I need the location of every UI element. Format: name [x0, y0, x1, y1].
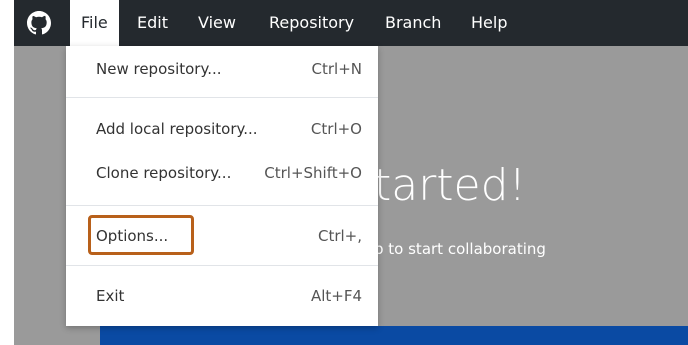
menu-repository[interactable]: Repository: [258, 0, 365, 46]
menu-item-clone-repository[interactable]: Clone repository... Ctrl+Shift+O: [66, 164, 378, 184]
menu-item-add-local-repository[interactable]: Add local repository... Ctrl+O: [66, 120, 378, 140]
menu-view[interactable]: View: [187, 0, 247, 46]
welcome-subtitle: p to start collaborating: [374, 240, 546, 258]
menu-item-shortcut: Ctrl+,: [317, 227, 362, 245]
welcome-title: tarted!: [374, 160, 527, 211]
menu-item-shortcut: Ctrl+Shift+O: [264, 164, 362, 182]
options-highlight-box: [88, 215, 194, 255]
menu-item-shortcut: Ctrl+O: [310, 120, 362, 138]
menu-item-label: Add local repository...: [96, 120, 258, 138]
menu-divider: [66, 97, 378, 98]
menu-branch[interactable]: Branch: [374, 0, 452, 46]
primary-action-strip: [100, 326, 688, 345]
menu-file[interactable]: File: [70, 0, 119, 46]
github-logo-icon: [14, 0, 64, 46]
menu-help[interactable]: Help: [460, 0, 518, 46]
menu-item-label: New repository...: [96, 60, 222, 78]
menu-item-shortcut: Alt+F4: [310, 287, 362, 305]
menu-edit[interactable]: Edit: [126, 0, 179, 46]
menu-item-label: Clone repository...: [96, 164, 232, 182]
menu-divider: [66, 205, 378, 206]
file-menu-dropdown: New repository... Ctrl+N Add local repos…: [66, 46, 378, 326]
menu-item-label: Exit: [96, 287, 125, 305]
menu-divider: [66, 265, 378, 266]
menu-item-new-repository[interactable]: New repository... Ctrl+N: [66, 60, 378, 80]
menu-item-shortcut: Ctrl+N: [311, 60, 362, 78]
menu-item-exit[interactable]: Exit Alt+F4: [66, 287, 378, 307]
github-octocat-icon: [27, 11, 51, 35]
app-menubar: File Edit View Repository Branch Help: [14, 0, 688, 46]
